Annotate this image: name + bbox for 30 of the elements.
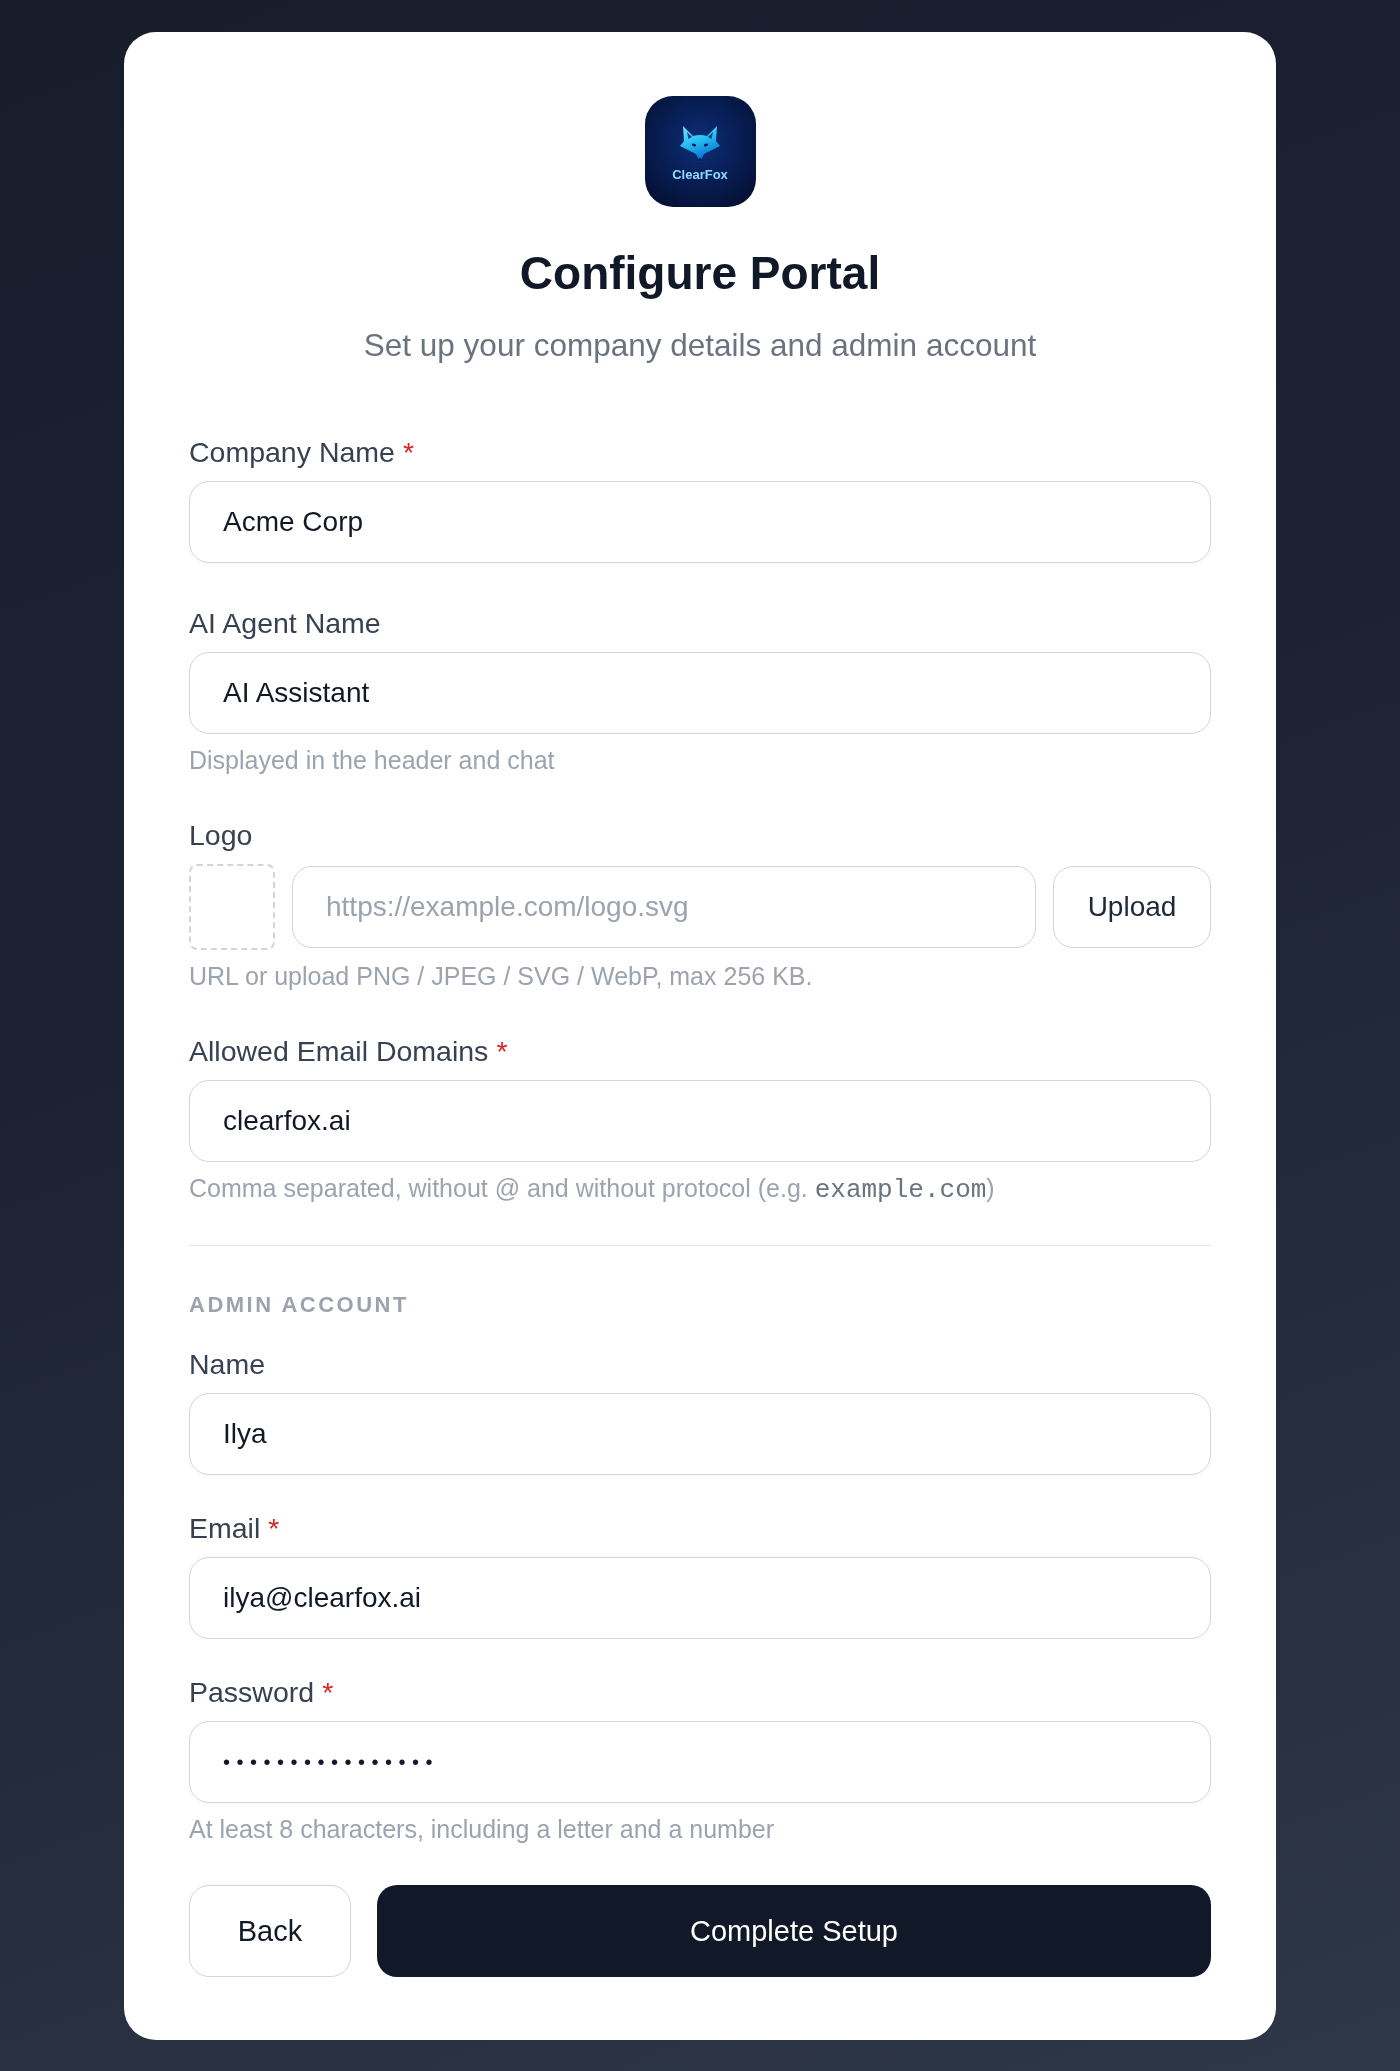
field-hint: URL or upload PNG / JPEG / SVG / WebP, max 256 KB. [189, 961, 814, 991]
text-input[interactable]: clearfox.ai [189, 1080, 1211, 1162]
field-hint: At least 8 characters, including a letter and a number [189, 1814, 776, 1844]
section-heading: ADMIN ACCOUNT [189, 1291, 410, 1319]
field-label: AI Agent Name [189, 606, 381, 641]
fox-head-icon [680, 125, 720, 162]
page-title: Configure Portal [518, 246, 882, 301]
field-label: Name [189, 1347, 266, 1382]
text-input[interactable]: Acme Corp [189, 481, 1211, 563]
field-hint: Displayed in the header and chat [189, 745, 556, 775]
field-label: Company Name [189, 435, 395, 470]
required-asterisk: * [268, 1511, 280, 1546]
required-asterisk: * [322, 1675, 334, 1710]
field-label: Logo [189, 818, 253, 853]
logo-wordmark: ClearFox [672, 166, 728, 182]
field-hint: Comma separated, without @ and without protocol (e.g. example.com) [189, 1173, 996, 1205]
upload-button[interactable]: Upload [1053, 866, 1211, 948]
field-label: Password [189, 1675, 315, 1710]
back-button[interactable]: Back [189, 1885, 351, 1977]
required-asterisk: * [496, 1034, 508, 1069]
url-input[interactable]: https://example.com/logo.svg [292, 866, 1036, 948]
text-input[interactable]: AI Assistant [189, 652, 1211, 734]
page-subtitle: Set up your company details and admin account [362, 326, 1038, 365]
field-label: Allowed Email Domains [189, 1034, 489, 1069]
required-asterisk: * [402, 435, 414, 470]
password-input[interactable]: •••••••••••••••• [189, 1721, 1211, 1803]
text-input[interactable]: Ilya [189, 1393, 1211, 1475]
text-input[interactable]: ilya@clearfox.ai [189, 1557, 1211, 1639]
field-label: Email [189, 1511, 261, 1546]
submit-button[interactable]: Complete Setup [377, 1885, 1211, 1977]
